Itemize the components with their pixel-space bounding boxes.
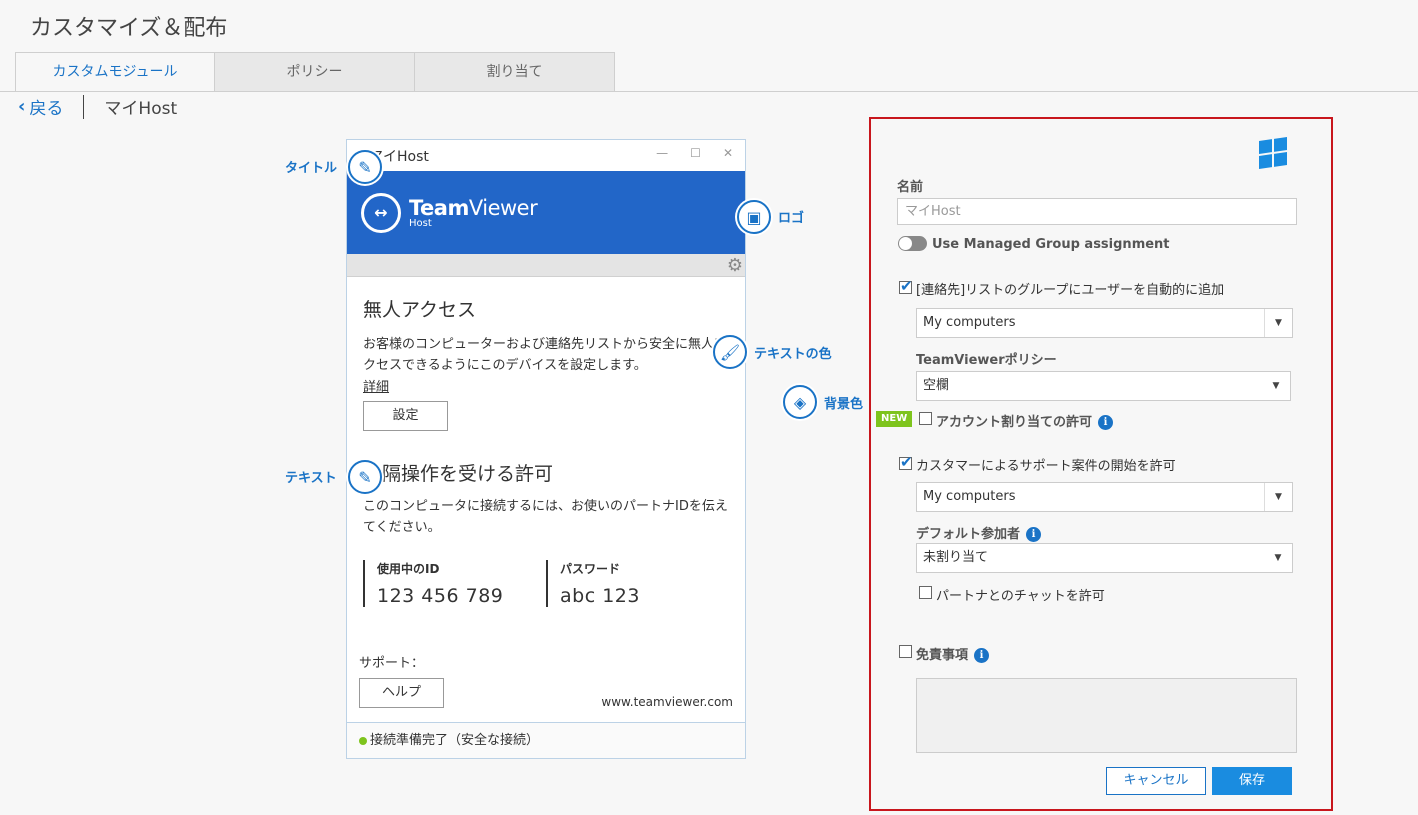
policy-value: 空欄 (923, 378, 950, 393)
new-badge: NEW (876, 411, 913, 427)
credentials: 使用中のID 123 456 789 パスワード abc 123 (363, 560, 729, 607)
tab-divider (0, 91, 1418, 92)
password-label: パスワード (560, 562, 621, 576)
unattended-text[interactable]: お客様のコンピューターおよび連絡先リストから安全に無人アクセスできるようにこのデ… (363, 334, 729, 376)
default-participant-value: 未割り当て (923, 550, 989, 565)
brand-name-bold: Team (409, 196, 469, 220)
cancel-button[interactable]: キャンセル (1106, 767, 1206, 795)
connection-status: 接続準備完了（安全な接続） (347, 722, 745, 758)
tab-bar: カスタムモジュール ポリシー 割り当て (15, 52, 615, 92)
back-label: 戻る (29, 99, 64, 119)
breadcrumb-current: マイHost (104, 99, 178, 119)
remote-control-text[interactable]: このコンピュータに接続するには、お使いのパートナIDを伝えてください。 (363, 496, 729, 538)
host-preview-window: マイHost — ☐ ✕ ↔ TeamViewer Host ⚙ 無人アクセス … (346, 139, 746, 759)
disclaimer-label: 免責事項 (916, 648, 969, 663)
details-link: 詳細 (363, 380, 390, 395)
auto-add-group-value: My computers (923, 315, 1016, 330)
chevron-down-icon: ▼ (1274, 553, 1282, 563)
paint-bucket-icon[interactable]: ◈ (783, 385, 817, 419)
brush-icon[interactable]: 🖌 (713, 335, 747, 369)
maximize-icon: ☐ (690, 146, 701, 160)
support-case-checkbox[interactable] (899, 453, 913, 471)
id-block: 使用中のID 123 456 789 (363, 560, 546, 607)
managed-group-label: Use Managed Group assignment (932, 237, 1170, 252)
teamviewer-logo-icon: ↔ (361, 192, 401, 233)
breadcrumb-separator (83, 94, 85, 119)
account-assign-checkbox[interactable] (919, 412, 932, 425)
policy-label: TeamViewerポリシー (916, 353, 1057, 368)
annotation-background-label: 背景色 (824, 397, 864, 412)
password-block: パスワード abc 123 (546, 560, 729, 607)
policy-select[interactable]: 空欄 ▼ (916, 371, 1291, 401)
account-assign-label: アカウント割り当ての許可 (936, 415, 1093, 430)
support-label: サポート： (359, 656, 425, 671)
support-case-group-value: My computers (923, 489, 1016, 504)
status-dot-icon (359, 736, 367, 745)
partner-chat-label: パートナとのチャットを許可 (936, 589, 1105, 604)
preview-toolbar: ⚙ (347, 254, 745, 277)
os-icons (1259, 137, 1293, 169)
brand-name-light: Viewer (468, 196, 538, 220)
pencil-icon[interactable]: ✎ (348, 460, 382, 494)
save-button[interactable]: 保存 (1212, 767, 1292, 795)
default-participant-label: デフォルト参加者 (916, 527, 1021, 542)
disclaimer-textarea[interactable] (916, 678, 1297, 753)
remote-control-heading[interactable]: 遠隔操作を受ける許可 (363, 459, 729, 486)
partner-chat-checkbox[interactable] (919, 586, 932, 599)
name-input[interactable]: マイHost (897, 198, 1297, 225)
id-label: 使用中のID (377, 562, 440, 576)
password-value: abc 123 (560, 585, 640, 607)
info-icon[interactable]: i (974, 648, 990, 663)
pencil-icon[interactable]: ✎ (348, 150, 382, 184)
windows-icon (1259, 137, 1287, 169)
breadcrumb: ‹ 戻る マイHost (18, 94, 177, 119)
info-icon[interactable]: i (1026, 527, 1042, 542)
preview-titlebar: マイHost — ☐ ✕ (347, 140, 745, 171)
preview-body: 無人アクセス お客様のコンピューターおよび連絡先リストから安全に無人アクセスでき… (347, 277, 745, 607)
minimize-icon: — (656, 146, 669, 160)
close-icon: ✕ (722, 146, 733, 160)
setup-button: 設定 (363, 401, 448, 431)
auto-add-label: [連絡先]リストのグループにユーザーを自動的に追加 (916, 283, 1225, 298)
id-value: 123 456 789 (377, 585, 504, 607)
window-controls: — ☐ ✕ (656, 146, 733, 160)
tab-policy[interactable]: ポリシー (215, 52, 415, 92)
website-text: www.teamviewer.com (601, 695, 733, 709)
default-participant-row: デフォルト参加者 i (916, 523, 1042, 542)
account-assign-row: アカウント割り当ての許可 i (936, 411, 1114, 430)
info-icon[interactable]: i (1098, 415, 1114, 430)
default-participant-select[interactable]: 未割り当て ▼ (916, 543, 1293, 573)
name-label: 名前 (897, 180, 924, 195)
tab-custom-module[interactable]: カスタムモジュール (15, 52, 215, 92)
settings-panel: 名前 マイHost Use Managed Group assignment [… (869, 117, 1333, 811)
annotation-text-label: テキスト (285, 471, 337, 486)
image-icon[interactable]: ▣ (737, 200, 771, 234)
help-button: ヘルプ (359, 678, 444, 708)
annotation-text-color-label: テキストの色 (754, 347, 832, 362)
page-title: カスタマイズ＆配布 (30, 16, 228, 41)
disclaimer-checkbox[interactable] (899, 645, 912, 658)
gear-icon: ⚙ (726, 255, 743, 276)
support-case-label: カスタマーによるサポート案件の開始を許可 (916, 459, 1176, 474)
support-case-group-select[interactable]: My computers ▼ (916, 482, 1293, 512)
annotation-logo-label: ロゴ (778, 211, 805, 226)
chevron-down-icon: ▼ (1264, 309, 1292, 337)
teamviewer-brand: TeamViewer Host (409, 196, 538, 229)
preview-logo-banner[interactable]: ↔ TeamViewer Host (347, 171, 745, 254)
auto-add-checkbox[interactable] (899, 277, 913, 295)
status-text: 接続準備完了（安全な接続） (370, 733, 540, 748)
chevron-down-icon: ▼ (1272, 381, 1280, 391)
unattended-heading[interactable]: 無人アクセス (363, 295, 729, 322)
back-link[interactable]: ‹ 戻る (18, 94, 63, 119)
managed-group-toggle[interactable] (898, 236, 927, 251)
annotation-title-label: タイトル (285, 161, 338, 176)
chevron-down-icon: ▼ (1264, 483, 1292, 511)
chevron-left-icon: ‹ (18, 96, 26, 117)
disclaimer-row: 免責事項 i (916, 644, 990, 663)
tab-assignment[interactable]: 割り当て (415, 52, 615, 92)
auto-add-group-select[interactable]: My computers ▼ (916, 308, 1293, 338)
